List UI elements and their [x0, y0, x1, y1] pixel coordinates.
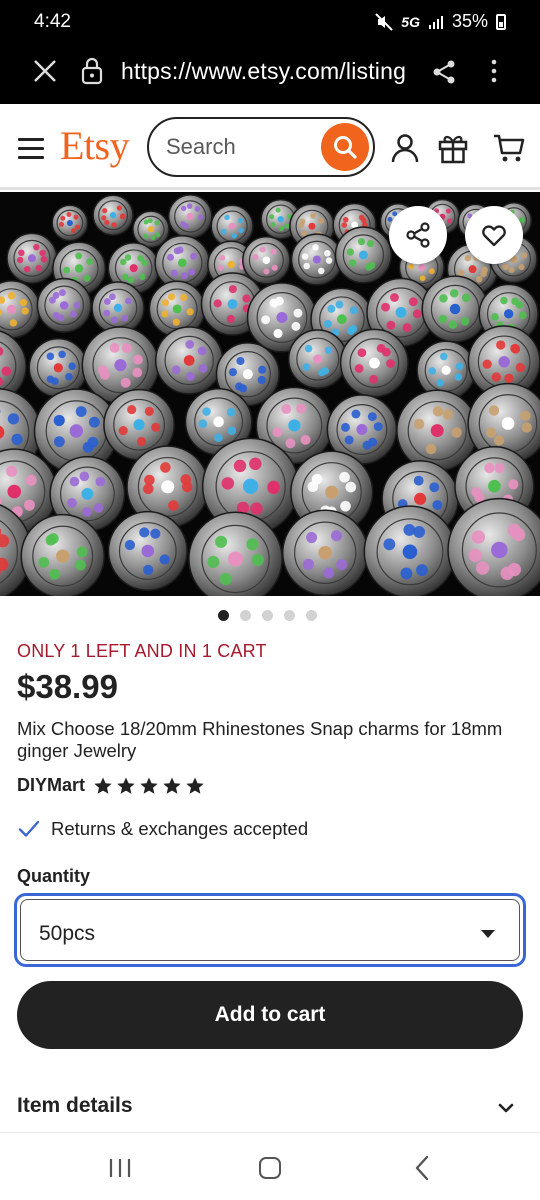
- shop-row: DIYMart: [17, 775, 205, 796]
- carousel-dot[interactable]: [240, 610, 251, 621]
- rating-stars[interactable]: [93, 776, 205, 796]
- star-icon: [186, 777, 204, 794]
- product-image[interactable]: [0, 192, 540, 596]
- gift-icon[interactable]: [437, 132, 469, 164]
- battery-icon: [496, 13, 506, 30]
- status-bar: 4:42 5G 35%: [0, 0, 540, 44]
- lock-icon[interactable]: [80, 56, 104, 86]
- shop-name[interactable]: DIYMart: [17, 775, 85, 796]
- search-input[interactable]: [166, 134, 316, 160]
- quantity-select[interactable]: 50pcs: [14, 893, 526, 967]
- battery-percent: 35%: [451, 11, 488, 31]
- back-icon[interactable]: [414, 1155, 430, 1181]
- add-to-cart-button[interactable]: Add to cart: [17, 981, 523, 1049]
- dropdown-caret-icon: [481, 930, 495, 938]
- url-text[interactable]: https://www.etsy.com/listing: [121, 58, 406, 85]
- quantity-label: Quantity: [17, 866, 91, 886]
- favorite-button[interactable]: [465, 206, 523, 264]
- product-title: Mix Choose 18/20mm Rhinestones Snap char…: [17, 718, 503, 761]
- more-options-icon[interactable]: [484, 56, 504, 86]
- search-icon: [334, 136, 357, 159]
- search-button[interactable]: [321, 123, 369, 171]
- signal-icon: [428, 15, 443, 29]
- heart-icon: [482, 225, 506, 247]
- price: $38.99: [17, 668, 118, 705]
- share-icon[interactable]: [430, 58, 458, 86]
- share-listing-button[interactable]: [389, 206, 447, 264]
- cart-icon[interactable]: [493, 132, 525, 164]
- checkmark-icon: [18, 820, 40, 837]
- network-type: 5G: [401, 13, 420, 30]
- browser-url-bar: https://www.etsy.com/listing: [0, 44, 540, 104]
- carousel-dot[interactable]: [284, 610, 295, 621]
- account-icon[interactable]: [389, 132, 421, 164]
- star-icon: [94, 777, 112, 794]
- etsy-logo[interactable]: Etsy: [60, 122, 130, 169]
- stock-notice: ONLY 1 LEFT AND IN 1 CART: [17, 641, 267, 661]
- returns-text: Returns & exchanges accepted: [51, 818, 309, 839]
- share-icon: [406, 222, 430, 248]
- mute-icon: [375, 12, 393, 31]
- status-time: 4:42: [34, 11, 71, 32]
- product-photo-charms: [0, 192, 540, 596]
- close-tab-icon[interactable]: [30, 56, 60, 86]
- carousel-dot[interactable]: [218, 610, 229, 621]
- star-icon: [117, 777, 135, 794]
- status-icons: 5G 35%: [375, 11, 506, 32]
- image-carousel-dots: [218, 610, 317, 621]
- quantity-select-inner: 50pcs: [20, 899, 520, 961]
- returns-policy: Returns & exchanges accepted: [17, 817, 308, 841]
- star-icon: [163, 777, 181, 794]
- menu-icon[interactable]: [18, 138, 44, 159]
- search-bar: [147, 117, 375, 177]
- item-details-heading[interactable]: Item details: [17, 1094, 133, 1118]
- carousel-dot[interactable]: [262, 610, 273, 621]
- system-nav-bar: [0, 1132, 540, 1200]
- carousel-dot[interactable]: [306, 610, 317, 621]
- star-icon: [140, 777, 158, 794]
- recent-apps-icon[interactable]: [108, 1158, 132, 1178]
- site-header: Etsy: [0, 104, 540, 190]
- quantity-value: 50pcs: [39, 922, 96, 945]
- chevron-down-icon[interactable]: [496, 1098, 516, 1118]
- home-icon[interactable]: [259, 1157, 281, 1179]
